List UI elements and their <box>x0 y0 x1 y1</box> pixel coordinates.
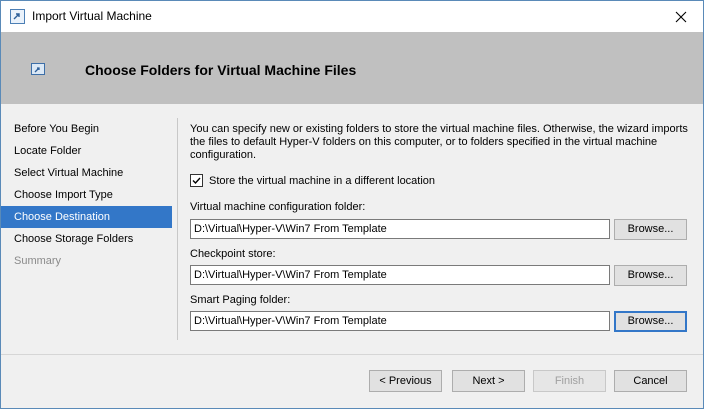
hyper-v-import-icon <box>10 9 25 24</box>
next-button[interactable]: Next > <box>452 370 525 392</box>
wizard-step-nav: Before You Begin Locate Folder Select Vi… <box>1 118 172 272</box>
wizard-header: Choose Folders for Virtual Machine Files <box>1 32 703 104</box>
destination-panel: You can specify new or existing folders … <box>190 123 690 332</box>
nav-step-choose-destination[interactable]: Choose Destination <box>1 206 172 228</box>
smart-paging-browse-button[interactable]: Browse... <box>614 311 687 332</box>
close-button[interactable] <box>658 1 703 32</box>
checkpoint-store-label: Checkpoint store: <box>190 248 276 260</box>
checkpoint-store-input[interactable] <box>190 265 610 285</box>
nav-divider <box>177 118 178 340</box>
nav-step-select-virtual-machine[interactable]: Select Virtual Machine <box>1 162 172 184</box>
nav-step-locate-folder[interactable]: Locate Folder <box>1 140 172 162</box>
store-location-option[interactable]: Store the virtual machine in a different… <box>190 174 435 187</box>
page-title: Choose Folders for Virtual Machine Files <box>85 62 357 78</box>
page-description: You can specify new or existing folders … <box>190 123 688 161</box>
checkmark-icon <box>192 177 201 185</box>
window-title: Import Virtual Machine <box>32 9 152 23</box>
nav-step-before-you-begin[interactable]: Before You Begin <box>1 118 172 140</box>
previous-button[interactable]: < Previous <box>369 370 442 392</box>
cancel-button[interactable]: Cancel <box>614 370 687 392</box>
nav-step-summary: Summary <box>14 255 62 267</box>
config-folder-browse-button[interactable]: Browse... <box>614 219 687 240</box>
nav-step-choose-storage-folders[interactable]: Choose Storage Folders <box>1 228 172 250</box>
finish-button: Finish <box>533 370 606 392</box>
nav-step-choose-import-type[interactable]: Choose Import Type <box>1 184 172 206</box>
config-folder-label: Virtual machine configuration folder: <box>190 201 366 213</box>
smart-paging-label: Smart Paging folder: <box>190 294 291 306</box>
footer-divider <box>1 354 703 355</box>
close-icon <box>675 11 686 22</box>
import-vm-window: Import Virtual Machine Choose Folders fo… <box>0 0 704 409</box>
smart-paging-input[interactable] <box>190 311 610 331</box>
config-folder-input[interactable] <box>190 219 610 239</box>
wizard-page-icon <box>31 63 45 75</box>
checkpoint-store-browse-button[interactable]: Browse... <box>614 265 687 286</box>
store-different-location-label: Store the virtual machine in a different… <box>209 174 436 187</box>
store-different-location-checkbox[interactable] <box>190 174 203 187</box>
title-bar: Import Virtual Machine <box>1 1 703 32</box>
